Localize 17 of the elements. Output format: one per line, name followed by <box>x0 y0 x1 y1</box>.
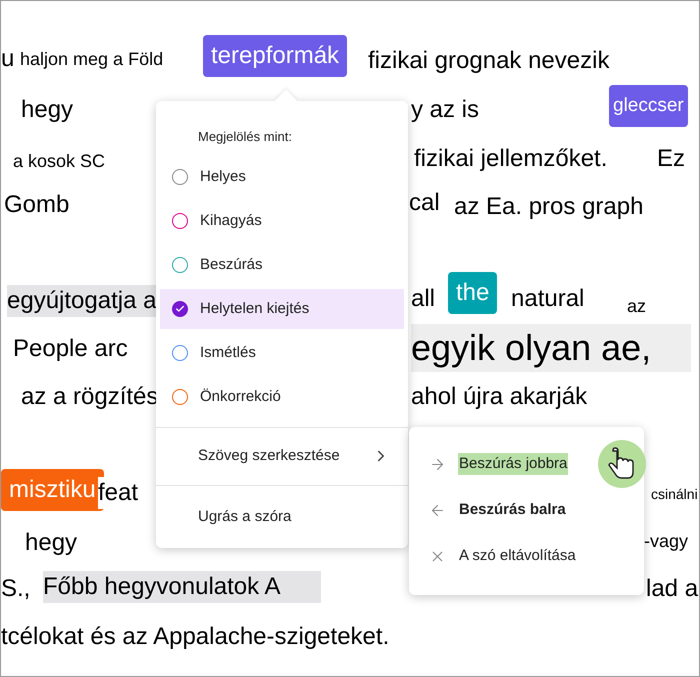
menu-item[interactable]: Kihagyás <box>160 201 404 241</box>
highlighted-word[interactable]: gleccser <box>609 85 688 127</box>
menu-item[interactable]: Beszúrás balra <box>458 498 567 522</box>
menu-heading: Megjelölés mint: <box>198 129 292 144</box>
text-snippet: egyik olyan ae, <box>411 324 692 372</box>
highlighted-word[interactable]: terepformák <box>203 35 348 77</box>
text-snippet: feat <box>98 477 138 509</box>
menu-item[interactable]: A szó eltávolítása <box>458 544 577 568</box>
menu-item[interactable]: Ismétlés <box>160 333 404 373</box>
menu-item[interactable]: Ugrás a szóra <box>156 486 408 548</box>
menu-item[interactable]: Beszúrás jobbra <box>458 452 568 476</box>
menu-item[interactable]: Helyes <box>160 157 404 197</box>
menu-item[interactable]: Beszúrás <box>160 245 404 285</box>
submenu-item[interactable]: Szöveg szerkesztése <box>156 428 408 485</box>
menu-item[interactable]: Önkorrekció <box>160 377 404 417</box>
menu-item[interactable]: Helytelen kiejtés <box>160 289 404 329</box>
text-snippet: Főbb hegyvonulatok A <box>43 571 321 603</box>
